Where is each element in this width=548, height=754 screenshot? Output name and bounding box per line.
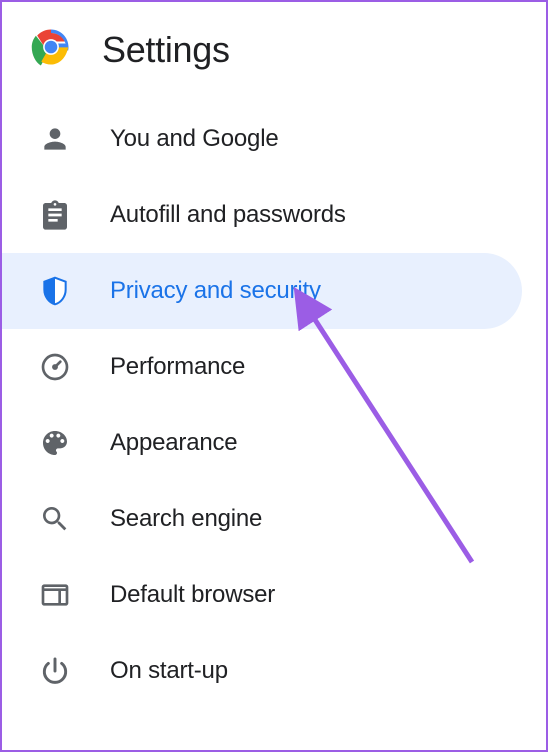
gauge-icon [38, 350, 72, 384]
search-icon [38, 502, 72, 536]
clipboard-icon [38, 198, 72, 232]
palette-icon [38, 426, 72, 460]
person-icon [38, 122, 72, 156]
chrome-logo-icon [30, 26, 72, 73]
nav-item-performance[interactable]: Performance [2, 329, 522, 405]
nav-item-label: Performance [110, 353, 245, 381]
nav-item-label: Privacy and security [110, 277, 321, 305]
nav-item-privacy-security[interactable]: Privacy and security [2, 253, 522, 329]
shield-icon [38, 274, 72, 308]
nav-item-autofill[interactable]: Autofill and passwords [2, 177, 522, 253]
nav-item-appearance[interactable]: Appearance [2, 405, 522, 481]
nav-item-search-engine[interactable]: Search engine [2, 481, 522, 557]
nav-item-label: Appearance [110, 429, 237, 457]
power-icon [38, 654, 72, 688]
nav-item-label: Search engine [110, 505, 262, 533]
nav-item-label: You and Google [110, 125, 278, 153]
nav-item-you-and-google[interactable]: You and Google [2, 101, 522, 177]
nav-item-label: On start-up [110, 657, 228, 685]
nav-item-label: Autofill and passwords [110, 201, 346, 229]
browser-icon [38, 578, 72, 612]
settings-header: Settings [2, 2, 546, 91]
page-title: Settings [102, 29, 230, 71]
settings-nav: You and Google Autofill and passwords Pr… [2, 91, 546, 709]
nav-item-on-startup[interactable]: On start-up [2, 633, 522, 709]
nav-item-default-browser[interactable]: Default browser [2, 557, 522, 633]
nav-item-label: Default browser [110, 581, 275, 609]
